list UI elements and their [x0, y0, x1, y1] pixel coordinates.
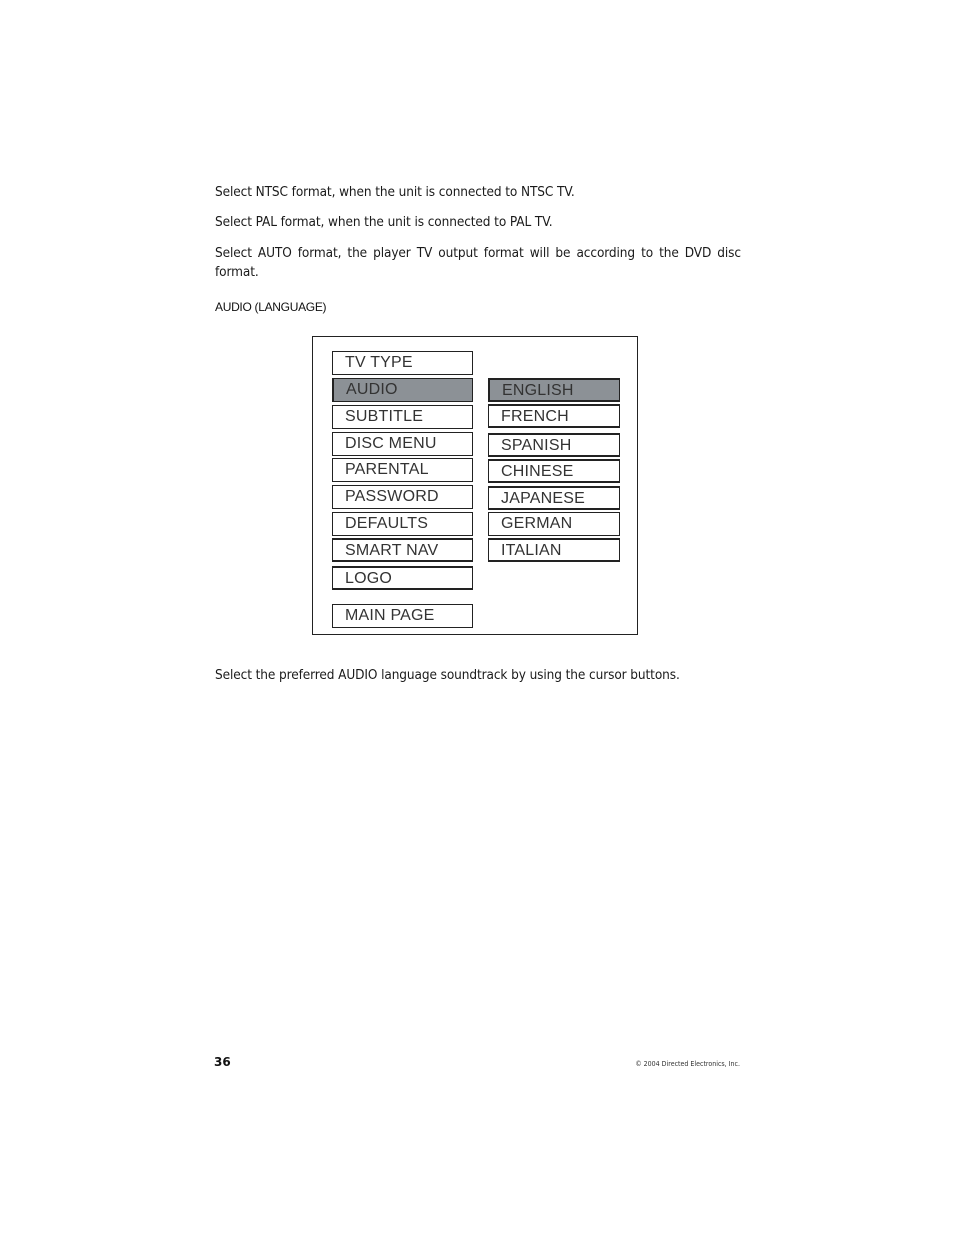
menu-item-defaults[interactable]: DEFAULTS — [332, 512, 473, 536]
menu-item-tv-type[interactable]: TV TYPE — [332, 351, 473, 375]
menu-item-disc-menu[interactable]: DISC MENU — [332, 432, 473, 456]
language-option-spanish[interactable]: SPANISH — [488, 433, 620, 457]
copyright-notice: © 2004 Directed Electronics, Inc. — [635, 1060, 740, 1068]
language-option-chinese[interactable]: CHINESE — [488, 459, 620, 483]
language-option-german[interactable]: GERMAN — [488, 512, 620, 536]
menu-item-logo[interactable]: LOGO — [332, 566, 473, 590]
language-option-french[interactable]: FRENCH — [488, 404, 620, 428]
menu-item-smart-nav[interactable]: SMART NAV — [332, 538, 473, 562]
menu-item-main-page[interactable]: MAIN PAGE — [332, 604, 473, 628]
section-heading: AUDIO (LANGUAGE) — [215, 300, 327, 314]
paragraph-auto: Select AUTO format, the player TV output… — [215, 245, 741, 280]
menu-item-subtitle[interactable]: SUBTITLE — [332, 405, 473, 429]
menu-item-audio[interactable]: AUDIO — [332, 378, 473, 402]
osd-setup-menu: TV TYPE AUDIO SUBTITLE DISC MENU PARENTA… — [312, 336, 638, 635]
language-option-japanese[interactable]: JAPANESE — [488, 486, 620, 510]
menu-item-parental[interactable]: PARENTAL — [332, 458, 473, 482]
paragraph-audio-instructions: Select the preferred AUDIO language soun… — [215, 667, 680, 683]
page-number: 36 — [214, 1055, 231, 1069]
language-option-italian[interactable]: ITALIAN — [488, 538, 620, 562]
menu-item-password[interactable]: PASSWORD — [332, 485, 473, 509]
language-option-english[interactable]: ENGLISH — [488, 378, 620, 402]
paragraph-ntsc: Select NTSC format, when the unit is con… — [215, 184, 575, 200]
paragraph-pal: Select PAL format, when the unit is conn… — [215, 214, 553, 230]
